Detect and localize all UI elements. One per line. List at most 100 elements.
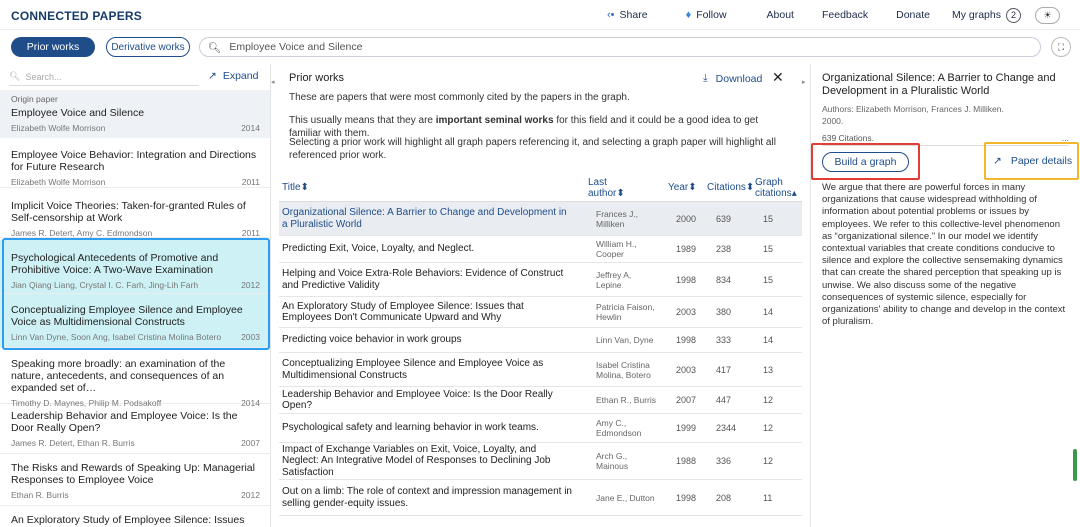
col-graph-citations[interactable]: Graph citations▴ — [755, 177, 801, 199]
my-graphs-count: 2 — [1006, 7, 1021, 23]
row-year: 1999 — [676, 423, 697, 433]
row-author: Linn Van, Dyne — [596, 335, 654, 345]
twitter-icon: ♦ — [685, 9, 692, 21]
search-value: Employee Voice and Silence — [229, 41, 363, 53]
table-row[interactable]: Predicting Exit, Voice, Loyalty, and Neg… — [279, 236, 802, 263]
paper-details-button[interactable]: ↗ Paper details — [993, 155, 1072, 167]
external-link-icon: ↗ — [993, 155, 1002, 167]
row-year: 2000 — [676, 213, 697, 224]
table-row[interactable]: Conceptualizing Employee Silence and Emp… — [279, 353, 802, 387]
fullscreen-icon[interactable]: ⛶ — [1051, 37, 1071, 57]
origin-paper[interactable]: Origin paper Employee Voice and Silence … — [0, 90, 270, 138]
prior-works-panel: Prior works ⤓ Download ✕ These are paper… — [279, 64, 802, 527]
list-item[interactable]: The Risks and Rewards of Speaking Up: Ma… — [0, 454, 270, 506]
left-paper-list: 🔍︎ Search... ↗ Expand Origin paper Emplo… — [0, 64, 271, 527]
graph-search-input[interactable]: 🔍︎ Employee Voice and Silence — [199, 37, 1041, 57]
build-graph-button[interactable]: Build a graph — [822, 152, 909, 172]
row-graph-citations: 15 — [763, 274, 774, 285]
collapse-right-icon[interactable]: ▸ — [802, 78, 810, 96]
row-title: Helping and Voice Extra-Role Behaviors: … — [282, 268, 564, 291]
search-icon: 🔍︎ — [208, 41, 222, 54]
row-year: 1998 — [676, 492, 697, 503]
row-year: 2003 — [676, 307, 697, 317]
row-citations: 380 — [716, 307, 732, 317]
collapse-left-icon[interactable]: ◂ — [271, 78, 279, 96]
origin-author: Elizabeth Wolfe Morrison — [11, 123, 106, 133]
list-item[interactable]: An Exploratory Study of Employee Silence… — [0, 510, 270, 527]
row-author: Isabel Cristina Molina, Botero — [596, 359, 651, 380]
table-row[interactable]: An Exploratory Study of Employee Silence… — [279, 297, 802, 328]
row-citations: 238 — [716, 244, 732, 254]
col-author[interactable]: Last author⬍ — [588, 177, 638, 199]
theme-toggle[interactable]: ☀ — [1035, 6, 1060, 24]
row-author: Frances J., Milliken — [596, 208, 639, 229]
table-row[interactable]: Leadership Behavior and Employee Voice: … — [279, 387, 802, 414]
row-author: Patricia Faison, Hewlin — [596, 302, 655, 322]
logo[interactable]: CONNECTED PAPERS — [11, 9, 142, 23]
header-nav: ‹• Share ♦ Follow About Feedback Donate … — [607, 0, 1060, 30]
col-title[interactable]: Title⬍ — [282, 182, 309, 193]
list-item[interactable]: Leadership Behavior and Employee Voice: … — [0, 404, 270, 454]
share-icon: ‹• — [607, 9, 615, 21]
row-author: Jeffrey A, Lepine — [596, 269, 632, 290]
row-year: 2007 — [676, 395, 697, 405]
list-item[interactable]: Implicit Voice Theories: Taken-for-grant… — [0, 188, 270, 238]
row-graph-citations: 12 — [763, 456, 774, 466]
download-button[interactable]: ⤓ Download — [703, 72, 762, 85]
expand-button[interactable]: ↗ Expand — [208, 70, 258, 82]
prior-works-button[interactable]: Prior works — [11, 37, 95, 57]
table-row[interactable]: Predicting voice behavior in work groups… — [279, 328, 802, 353]
row-graph-citations: 14 — [763, 307, 774, 317]
search-icon: 🔍︎ — [9, 71, 21, 81]
expand-icon: ↗ — [208, 70, 217, 82]
row-title: An Exploratory Study of Employee Silence… — [282, 300, 524, 324]
col-citations[interactable]: Citations⬍ — [707, 182, 754, 193]
derivative-works-button[interactable]: Derivative works — [106, 37, 190, 57]
follow-link[interactable]: ♦ Follow — [686, 9, 727, 21]
table-row[interactable]: Impact of Exchange Variables on Exit, Vo… — [279, 443, 802, 480]
share-link[interactable]: ‹• Share — [607, 9, 648, 21]
top-header: CONNECTED PAPERS ‹• Share ♦ Follow About… — [0, 0, 1080, 30]
row-graph-citations: 15 — [763, 213, 774, 224]
table-row[interactable]: Out on a limb: The role of context and i… — [279, 480, 802, 516]
row-citations: 417 — [716, 364, 732, 375]
table-row[interactable]: Organizational Silence: A Barrier to Cha… — [279, 202, 802, 236]
row-title: Psychological safety and learning behavi… — [282, 422, 539, 434]
row-year: 1988 — [676, 456, 697, 466]
table-header: Title⬍ Last author⬍ Year⬍ Citations⬍ Gra… — [279, 174, 802, 202]
table-row[interactable]: Helping and Voice Extra-Role Behaviors: … — [279, 263, 802, 297]
row-title: Conceptualizing Employee Silence and Emp… — [282, 358, 544, 381]
row-author: Ethan R., Burris — [596, 395, 656, 405]
row-graph-citations: 13 — [763, 364, 774, 375]
origin-title: Employee Voice and Silence — [11, 107, 145, 119]
list-item[interactable]: Speaking more broadly: an examination of… — [0, 352, 270, 408]
row-author: William H., Cooper — [596, 239, 637, 259]
row-author: Amy C., Edmondson — [596, 418, 642, 438]
row-graph-citations: 14 — [763, 335, 774, 345]
row-graph-citations: 12 — [763, 423, 774, 433]
paper-details-panel: Organizational Silence: A Barrier to Cha… — [810, 64, 1080, 527]
description-1: These are papers that were most commonly… — [289, 92, 630, 103]
row-title: Impact of Exchange Variables on Exit, Vo… — [282, 443, 551, 478]
about-link[interactable]: About — [767, 9, 794, 21]
table-row[interactable]: Psychological safety and learning behavi… — [279, 414, 802, 443]
abstract: We argue that there are powerful forces … — [822, 182, 1066, 328]
row-graph-citations: 11 — [763, 492, 773, 503]
close-icon[interactable]: ✕ — [772, 69, 784, 86]
origin-label: Origin paper — [11, 94, 58, 104]
feedback-link[interactable]: Feedback — [822, 9, 868, 21]
row-citations: 639 — [716, 213, 732, 224]
selected-paper-title: Organizational Silence: A Barrier to Cha… — [822, 72, 1056, 97]
download-icon: ⤓ — [703, 72, 708, 84]
list-item[interactable]: Employee Voice Behavior: Integration and… — [0, 144, 270, 188]
origin-year: 2014 — [241, 123, 260, 133]
row-citations: 834 — [716, 274, 732, 285]
my-graphs-link[interactable]: My graphs 2 — [952, 7, 1021, 23]
scrollbar[interactable] — [1073, 449, 1077, 481]
list-search-input[interactable]: 🔍︎ Search... — [9, 68, 199, 86]
row-year: 1998 — [676, 335, 697, 345]
row-citations: 333 — [716, 335, 732, 345]
col-year[interactable]: Year⬍ — [668, 182, 697, 193]
row-year: 1998 — [676, 274, 697, 285]
donate-link[interactable]: Donate — [896, 9, 930, 21]
